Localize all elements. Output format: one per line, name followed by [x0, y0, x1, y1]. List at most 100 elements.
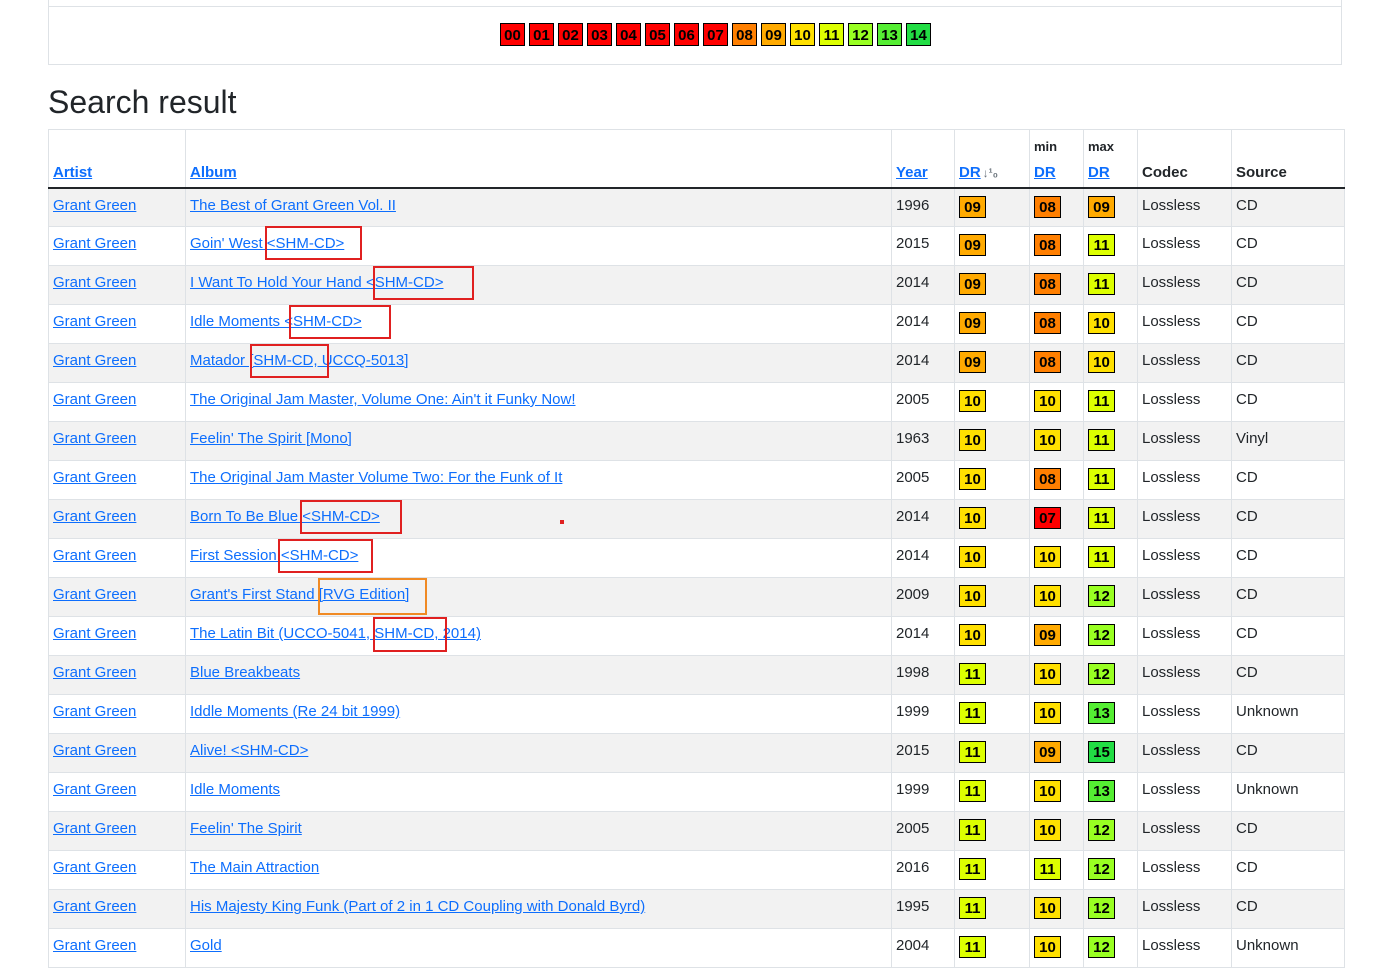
sort-album-link[interactable]: Album — [190, 164, 237, 181]
dr-badge: 10 — [959, 585, 986, 607]
year-cell: 1963 — [891, 421, 955, 461]
codec-cell: Lossless — [1137, 850, 1232, 890]
dr-legend-badge: 01 — [529, 23, 554, 46]
year-cell: 1998 — [891, 655, 955, 695]
codec-cell: Lossless — [1137, 421, 1232, 461]
album-link[interactable]: Idle Moments <SHM-CD> — [190, 313, 362, 330]
artist-link[interactable]: Grant Green — [53, 469, 136, 486]
min-dr-badge: 09 — [1034, 741, 1061, 763]
album-link[interactable]: The Latin Bit (UCCO-5041, SHM-CD, 2014) — [190, 625, 481, 642]
min-dr-cell: 10 — [1029, 655, 1084, 695]
album-cell: His Majesty King Funk (Part of 2 in 1 CD… — [185, 889, 892, 929]
artist-cell: Grant Green — [48, 421, 186, 461]
header-max-dr[interactable]: max DR — [1083, 129, 1138, 189]
album-link[interactable]: The Original Jam Master Volume Two: For … — [190, 469, 562, 486]
album-cell: Gold — [185, 928, 892, 968]
dr-cell: 10 — [954, 499, 1030, 539]
artist-link[interactable]: Grant Green — [53, 508, 136, 525]
album-link[interactable]: Iddle Moments (Re 24 bit 1999) — [190, 703, 400, 720]
max-dr-badge: 13 — [1088, 780, 1115, 802]
sort-max-dr-link[interactable]: DR — [1088, 164, 1110, 181]
header-year[interactable]: Year — [891, 129, 955, 189]
dr-badge: 10 — [959, 624, 986, 646]
artist-link[interactable]: Grant Green — [53, 586, 136, 603]
artist-link[interactable]: Grant Green — [53, 391, 136, 408]
dr-cell: 10 — [954, 382, 1030, 422]
max-dr-cell: 12 — [1083, 577, 1138, 617]
album-link[interactable]: Feelin' The Spirit — [190, 820, 302, 837]
album-link[interactable]: First Session <SHM-CD> — [190, 547, 358, 564]
codec-cell: Lossless — [1137, 304, 1232, 344]
artist-cell: Grant Green — [48, 382, 186, 422]
header-dr[interactable]: DR ↓¹₀ — [954, 129, 1030, 189]
artist-link[interactable]: Grant Green — [53, 898, 136, 915]
min-dr-badge: 10 — [1034, 936, 1061, 958]
header-album[interactable]: Album — [185, 129, 892, 189]
codec-cell: Lossless — [1137, 187, 1232, 227]
artist-link[interactable]: Grant Green — [53, 274, 136, 291]
sort-dr-label: DR — [959, 163, 981, 181]
album-link[interactable]: Born To Be Blue <SHM-CD> — [190, 508, 380, 525]
album-link[interactable]: Feelin' The Spirit [Mono] — [190, 430, 352, 447]
album-link[interactable]: Blue Breakbeats — [190, 664, 300, 681]
max-dr-cell: 11 — [1083, 421, 1138, 461]
artist-link[interactable]: Grant Green — [53, 859, 136, 876]
artist-link[interactable]: Grant Green — [53, 313, 136, 330]
artist-link[interactable]: Grant Green — [53, 664, 136, 681]
artist-link[interactable]: Grant Green — [53, 820, 136, 837]
artist-link[interactable]: Grant Green — [53, 352, 136, 369]
album-link[interactable]: I Want To Hold Your Hand <SHM-CD> — [190, 274, 443, 291]
artist-link[interactable]: Grant Green — [53, 742, 136, 759]
album-link[interactable]: Grant's First Stand [RVG Edition] — [190, 586, 409, 603]
artist-link[interactable]: Grant Green — [53, 937, 136, 954]
artist-link[interactable]: Grant Green — [53, 625, 136, 642]
year-cell: 2015 — [891, 733, 955, 773]
dr-cell: 11 — [954, 772, 1030, 812]
album-cell: Alive! <SHM-CD> — [185, 733, 892, 773]
album-cell: The Latin Bit (UCCO-5041, SHM-CD, 2014) — [185, 616, 892, 656]
min-dr-cell: 08 — [1029, 460, 1084, 500]
album-link[interactable]: Alive! <SHM-CD> — [190, 742, 308, 759]
album-link[interactable]: The Main Attraction — [190, 859, 319, 876]
page-title: Search result — [48, 84, 237, 120]
album-link[interactable]: The Original Jam Master, Volume One: Ain… — [190, 391, 576, 408]
artist-link[interactable]: Grant Green — [53, 430, 136, 447]
min-dr-cell: 08 — [1029, 265, 1084, 305]
sort-min-dr-link[interactable]: DR — [1034, 164, 1056, 181]
artist-link[interactable]: Grant Green — [53, 703, 136, 720]
header-min-dr[interactable]: min DR — [1029, 129, 1084, 189]
artist-link[interactable]: Grant Green — [53, 781, 136, 798]
album-link[interactable]: Idle Moments — [190, 781, 280, 798]
artist-link[interactable]: Grant Green — [53, 197, 136, 214]
dr-legend-badge: 07 — [703, 23, 728, 46]
album-cell: Grant's First Stand [RVG Edition] — [185, 577, 892, 617]
album-cell: The Original Jam Master Volume Two: For … — [185, 460, 892, 500]
year-cell: 2014 — [891, 343, 955, 383]
header-artist[interactable]: Artist — [48, 129, 186, 189]
artist-cell: Grant Green — [48, 577, 186, 617]
max-dr-cell: 10 — [1083, 304, 1138, 344]
album-link[interactable]: Gold — [190, 937, 222, 954]
sort-dr-link[interactable]: DR — [959, 164, 981, 181]
album-link[interactable]: The Best of Grant Green Vol. II — [190, 197, 396, 214]
dr-legend-badge: 08 — [732, 23, 757, 46]
album-link[interactable]: Matador [SHM-CD, UCCQ-5013] — [190, 352, 408, 369]
max-dr-cell: 11 — [1083, 499, 1138, 539]
album-link[interactable]: His Majesty King Funk (Part of 2 in 1 CD… — [190, 898, 645, 915]
year-cell: 1999 — [891, 694, 955, 734]
header-source: Source — [1231, 129, 1345, 189]
max-dr-badge: 13 — [1088, 702, 1115, 724]
artist-link[interactable]: Grant Green — [53, 235, 136, 252]
artist-cell: Grant Green — [48, 343, 186, 383]
dr-legend-badge: 04 — [616, 23, 641, 46]
dr-legend-badge: 02 — [558, 23, 583, 46]
dr-legend-badge: 00 — [500, 23, 525, 46]
year-cell: 2014 — [891, 538, 955, 578]
sort-artist-link[interactable]: Artist — [53, 164, 92, 181]
album-link[interactable]: Goin' West <SHM-CD> — [190, 235, 344, 252]
artist-link[interactable]: Grant Green — [53, 547, 136, 564]
source-cell: CD — [1231, 187, 1345, 227]
codec-cell: Lossless — [1137, 616, 1232, 656]
max-dr-badge: 09 — [1088, 195, 1115, 218]
sort-year-link[interactable]: Year — [896, 164, 928, 181]
